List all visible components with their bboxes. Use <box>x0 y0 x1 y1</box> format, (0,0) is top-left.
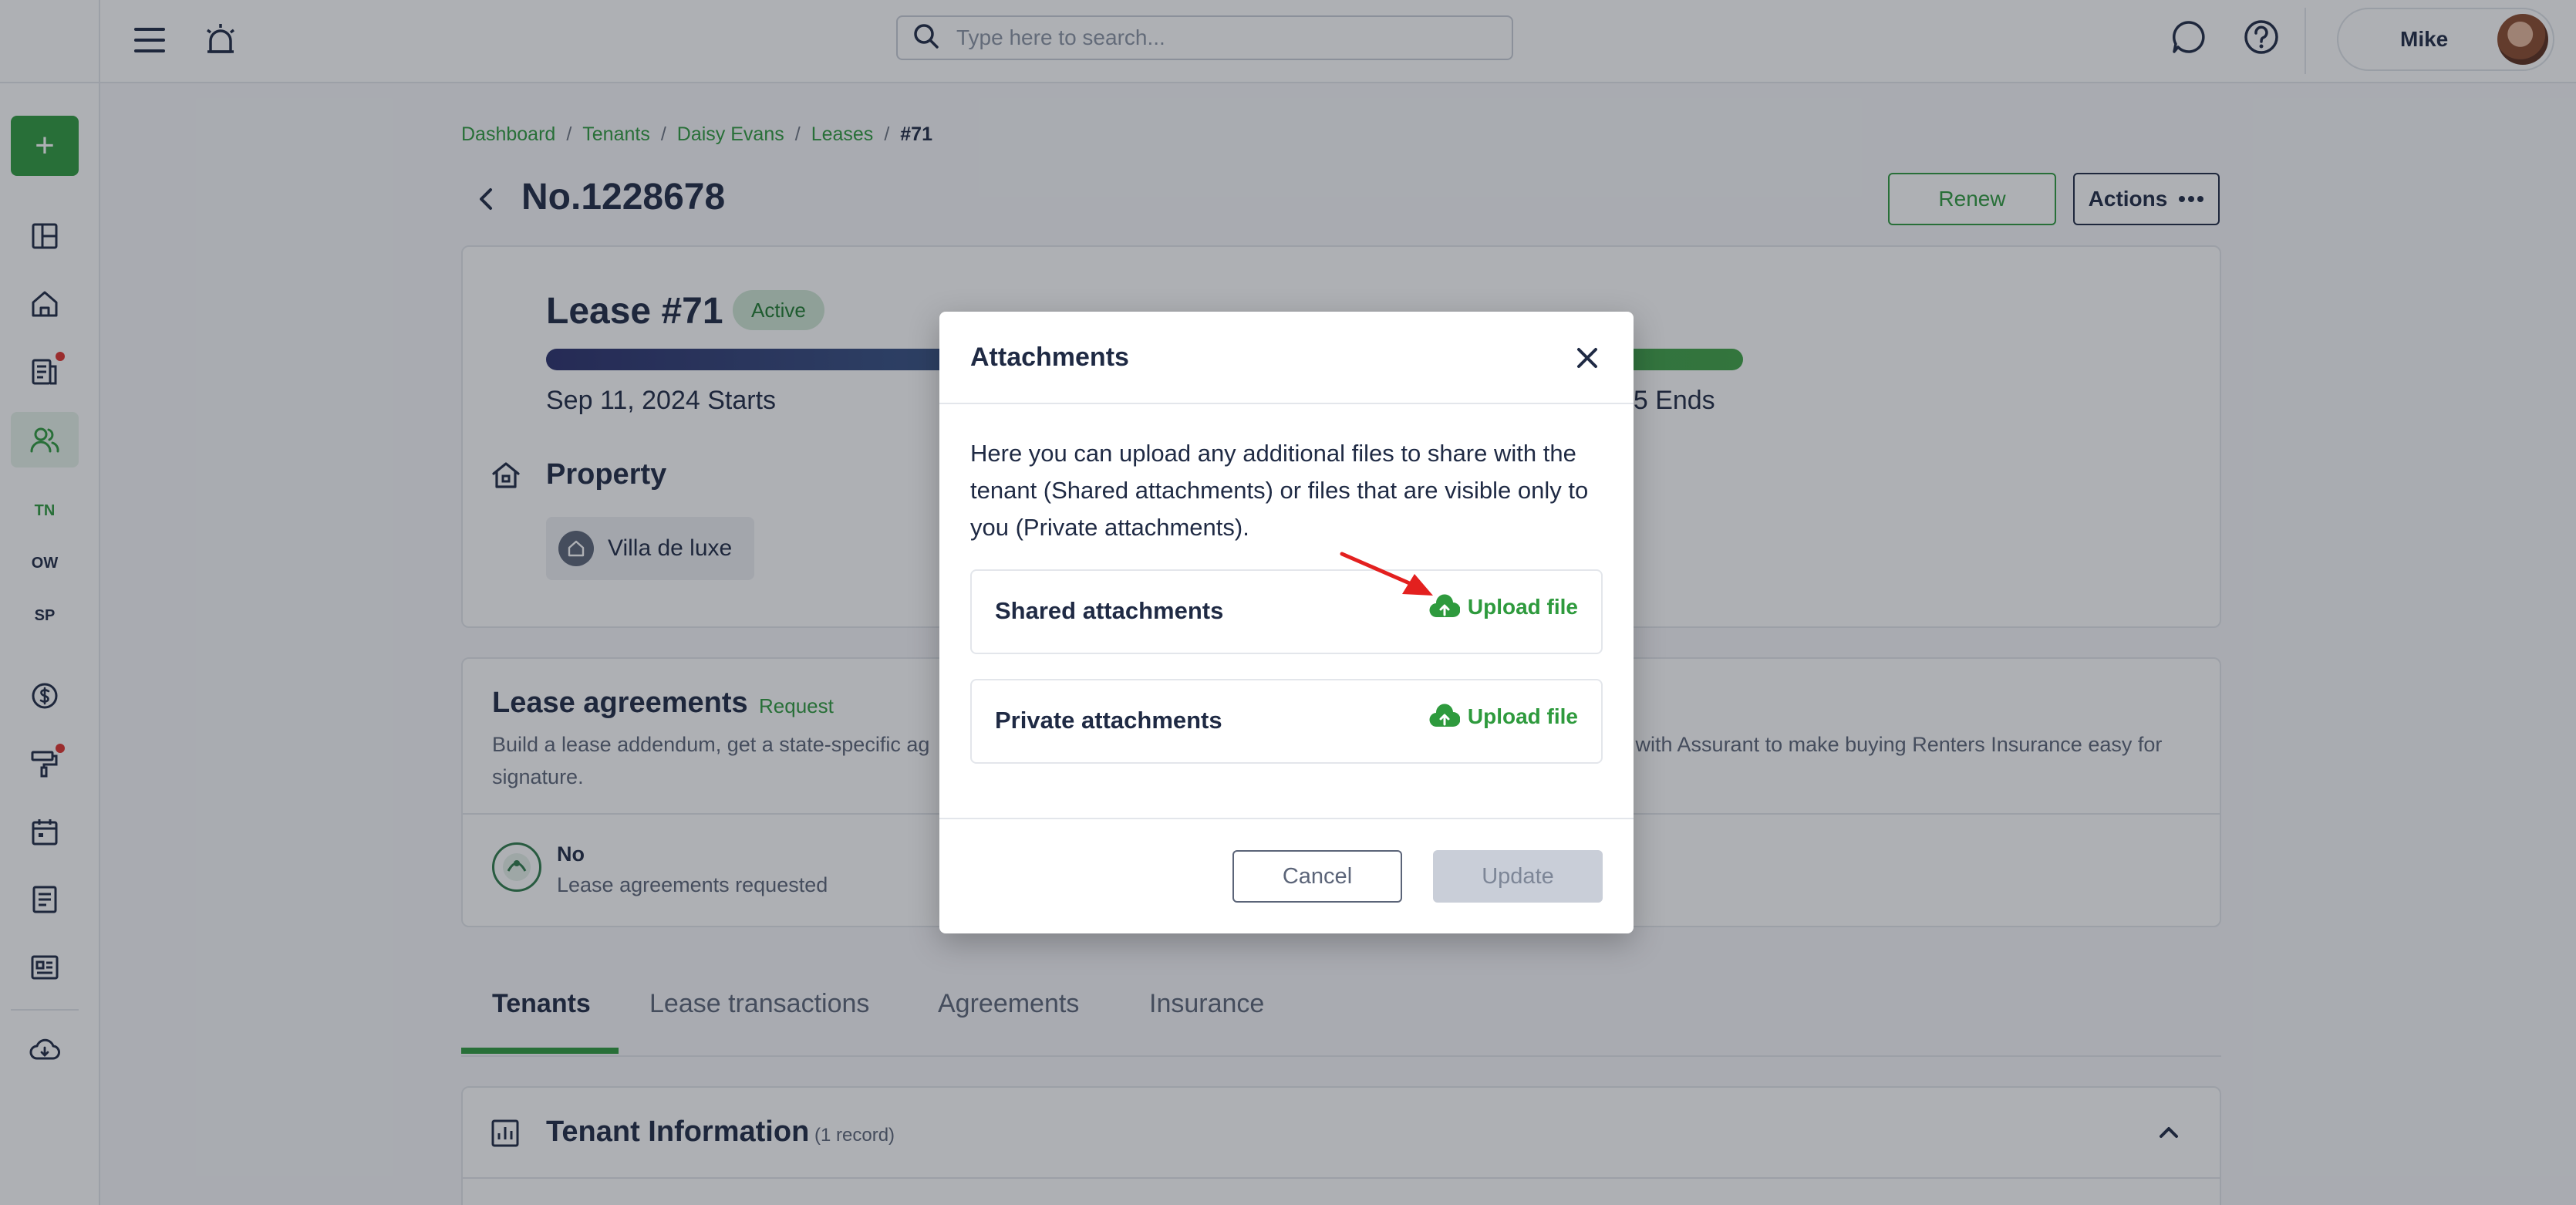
modal-header-divider <box>939 403 1634 404</box>
update-button[interactable]: Update <box>1433 850 1603 903</box>
cloud-upload-icon <box>1429 704 1460 727</box>
private-attachments-row: Private attachments Upload file <box>970 679 1603 764</box>
private-attachments-label: Private attachments <box>995 707 1222 734</box>
private-upload-label: Upload file <box>1467 704 1578 728</box>
modal-description: Here you can upload any additional files… <box>970 440 1589 541</box>
annotation-arrow-icon <box>1339 551 1439 602</box>
shared-upload-button[interactable]: Upload file <box>1429 594 1578 620</box>
private-upload-button[interactable]: Upload file <box>1429 704 1578 730</box>
modal-title: Attachments <box>970 343 1129 372</box>
shared-upload-label: Upload file <box>1467 595 1578 619</box>
cancel-button[interactable]: Cancel <box>1232 850 1402 903</box>
shared-attachments-label: Shared attachments <box>995 597 1224 624</box>
shared-attachments-row: Shared attachments Upload file <box>970 569 1603 654</box>
close-button[interactable] <box>1572 343 1603 373</box>
close-icon <box>1577 348 1597 368</box>
modal-footer-divider <box>939 818 1634 819</box>
attachments-modal: Attachments Here you can upload any addi… <box>939 312 1634 933</box>
